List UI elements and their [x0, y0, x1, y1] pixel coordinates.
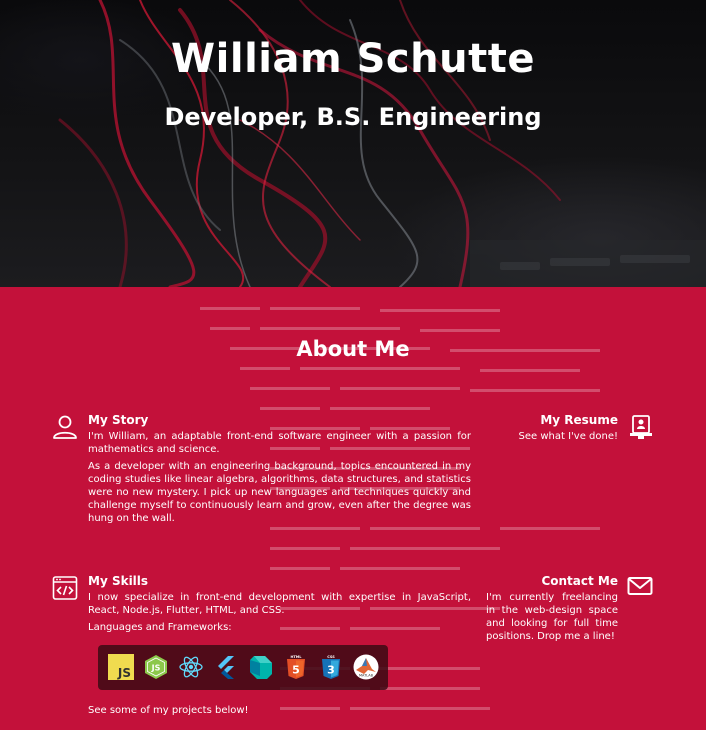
projects-text: See some of my projects below!: [88, 705, 249, 716]
svg-text:CSS: CSS: [327, 655, 335, 659]
my-story-paragraph-1: I'm William, an adaptable front-end soft…: [88, 431, 471, 455]
svg-text:JS: JS: [151, 664, 161, 673]
my-resume-link[interactable]: My Resume See what I've done!: [500, 413, 619, 447]
nodejs-icon: JS: [145, 655, 167, 679]
svg-text:MATLAB: MATLAB: [359, 674, 374, 678]
react-icon: [179, 656, 203, 678]
my-skills-title: My Skills: [88, 574, 149, 588]
contact-me-title: Contact Me: [541, 574, 618, 588]
hero-subtitle: Developer, B.S. Engineering: [164, 103, 542, 131]
my-skills-block: My Skills I now specialize in front-end …: [88, 574, 471, 638]
code-window-icon: [52, 576, 78, 600]
my-story-title: My Story: [88, 413, 149, 427]
svg-text:3: 3: [327, 664, 335, 677]
hero-name: William Schutte: [171, 36, 535, 82]
languages-label: Languages and Frameworks:: [88, 622, 232, 633]
about-heading: About Me: [296, 337, 410, 361]
my-skills-paragraph: I now specialize in front-end developmen…: [88, 592, 471, 616]
dart-icon: [250, 656, 272, 679]
css3-icon: CSS 3: [322, 655, 340, 679]
svg-text:JS: JS: [117, 666, 131, 680]
envelope-icon[interactable]: [627, 573, 653, 599]
about-section: About Me My Story I'm William, an adapta…: [0, 287, 706, 730]
languages-panel: JS JS HTML 5 CSS 3 MATLAB: [98, 645, 388, 690]
my-story-block: My Story I'm William, an adaptable front…: [88, 413, 471, 529]
svg-text:HTML: HTML: [290, 655, 302, 659]
matlab-icon: MATLAB: [353, 654, 379, 680]
resume-icon[interactable]: [628, 414, 654, 440]
flutter-icon: [218, 656, 234, 679]
hero-banner: William Schutte Developer, B.S. Engineer…: [0, 0, 706, 287]
contact-me-text: I'm currently freelancing in the web-des…: [486, 592, 618, 642]
javascript-icon: JS: [108, 654, 134, 680]
user-icon: [53, 415, 77, 439]
contact-me-link[interactable]: Contact Me I'm currently freelancing in …: [486, 574, 618, 647]
my-story-paragraph-2: As a developer with an engineering backg…: [88, 461, 471, 524]
my-resume-title: My Resume: [540, 413, 618, 427]
my-resume-text: See what I've done!: [518, 431, 619, 442]
html5-icon: HTML 5: [287, 655, 305, 679]
svg-text:5: 5: [292, 664, 300, 677]
